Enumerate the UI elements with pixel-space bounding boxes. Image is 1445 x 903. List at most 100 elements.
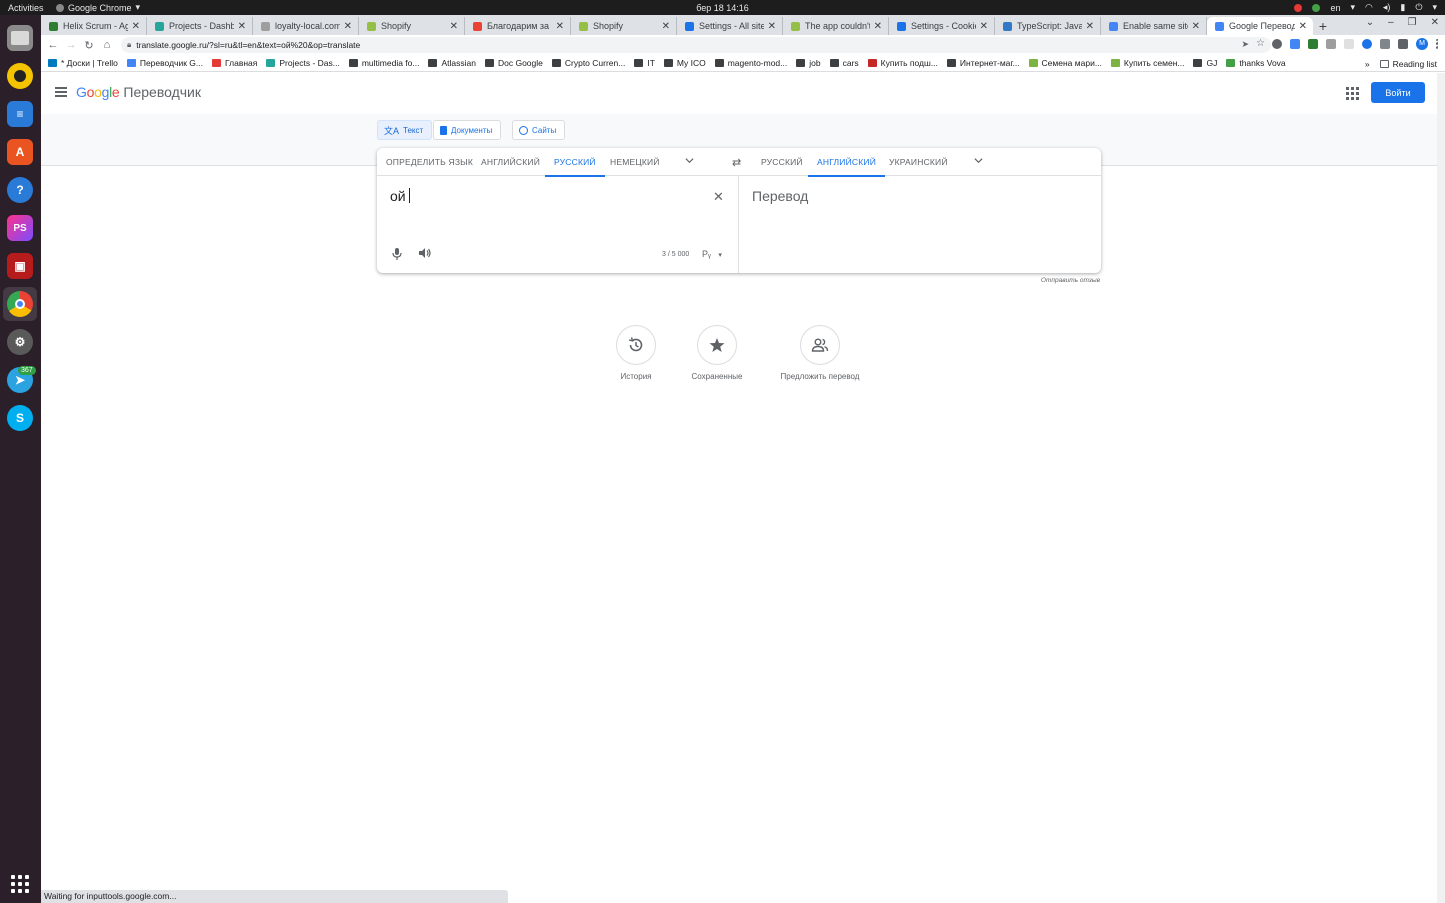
app-menu[interactable]: Google Chrome ▾ <box>56 2 140 13</box>
extension-green-icon[interactable] <box>1308 39 1318 49</box>
minimize-icon[interactable]: – <box>1388 17 1394 28</box>
mode-text-button[interactable]: 文A Текст <box>377 120 433 140</box>
target-lang-english[interactable]: Английский <box>807 148 886 177</box>
bookmark-item[interactable]: Doc Google <box>484 58 543 68</box>
volume-icon[interactable]: ◂) <box>1383 2 1391 13</box>
bookmark-star-icon[interactable]: ☆ <box>1256 38 1265 49</box>
history-icon[interactable] <box>616 325 656 365</box>
tab-close-icon[interactable]: ✕ <box>344 21 352 32</box>
keyboard-language[interactable]: en <box>1330 3 1340 13</box>
bookmark-item[interactable]: IT <box>634 58 655 68</box>
tab-search-icon[interactable]: ⌄ <box>1366 17 1374 28</box>
bookmark-item[interactable]: Купить подш... <box>867 58 938 68</box>
extension-blank-icon[interactable] <box>1344 39 1354 49</box>
phpstorm-icon[interactable]: PS <box>7 215 33 241</box>
power-icon[interactable]: ⏻ <box>1415 2 1422 13</box>
home-icon[interactable]: ⌂ <box>98 39 116 51</box>
sign-in-button[interactable]: Войти <box>1371 82 1425 103</box>
new-tab-icon[interactable]: + <box>1313 17 1333 35</box>
activities-button[interactable]: Activities <box>0 3 56 13</box>
source-text-input[interactable]: ой <box>390 188 410 204</box>
software-icon[interactable]: A <box>7 139 33 165</box>
microphone-input-icon[interactable] <box>392 248 402 260</box>
wifi-icon[interactable]: ◠ <box>1365 2 1373 13</box>
browser-tab[interactable]: Google Переводч ✕ <box>1207 17 1313 35</box>
browser-tab[interactable]: Shopify ✕ <box>359 17 465 35</box>
tab-close-icon[interactable]: ✕ <box>874 21 882 32</box>
tab-close-icon[interactable]: ✕ <box>1299 21 1307 32</box>
source-lang-english[interactable]: Английский <box>481 148 540 176</box>
back-icon[interactable]: ← <box>44 39 62 51</box>
browser-tab[interactable]: Settings - Cookies ✕ <box>889 17 995 35</box>
bookmark-item[interactable]: Projects - Das... <box>266 58 340 68</box>
reading-list-button[interactable]: Reading list <box>1379 59 1437 69</box>
mode-sites-button[interactable]: Сайты <box>512 120 566 140</box>
saved-action[interactable]: Сохраненные <box>672 325 762 381</box>
swap-languages-icon[interactable]: ⇄ <box>732 156 741 169</box>
skype-icon[interactable]: S <box>7 405 33 431</box>
tab-close-icon[interactable]: ✕ <box>768 21 776 32</box>
tab-close-icon[interactable]: ✕ <box>662 21 670 32</box>
browser-tab[interactable]: Enable same site ✕ <box>1101 17 1207 35</box>
browser-tab[interactable]: loyalty-local.com ✕ <box>253 17 359 35</box>
source-lang-german[interactable]: Немецкий <box>610 148 660 176</box>
extension-code-icon[interactable] <box>1326 39 1336 49</box>
files-icon[interactable] <box>7 25 33 51</box>
contribute-action[interactable]: Предложить перевод <box>774 325 866 381</box>
star-icon[interactable] <box>697 325 737 365</box>
lock-icon[interactable]: 🔒︎ <box>127 40 131 50</box>
bookmark-item[interactable]: Интернет-маг... <box>946 58 1020 68</box>
kebab-menu-icon[interactable] <box>1436 39 1439 49</box>
extension-grey-icon[interactable] <box>1380 39 1390 49</box>
tab-close-icon[interactable]: ✕ <box>1192 21 1200 32</box>
reload-icon[interactable]: ↻ <box>80 39 98 52</box>
microphone-icon[interactable]: ▮ <box>1400 2 1405 13</box>
source-lang-detect[interactable]: Определить язык <box>386 148 473 176</box>
history-action[interactable]: История <box>591 325 681 381</box>
tab-close-icon[interactable]: ✕ <box>132 21 140 32</box>
listen-icon[interactable] <box>418 247 431 259</box>
people-icon[interactable] <box>800 325 840 365</box>
settings-dock-icon[interactable]: ⚙ <box>7 329 33 355</box>
bookmark-item[interactable]: GJ <box>1193 58 1217 68</box>
bookmark-item[interactable]: Купить семен... <box>1110 58 1184 68</box>
writer-icon[interactable]: ≡ <box>7 101 33 127</box>
source-lang-russian[interactable]: Русский <box>545 148 605 177</box>
close-window-icon[interactable]: ✕ <box>1431 17 1439 28</box>
google-apps-icon[interactable] <box>1346 87 1359 100</box>
extension-blue-icon[interactable] <box>1362 39 1372 49</box>
target-lang-ukrainian[interactable]: Украинский <box>889 148 948 176</box>
record-indicator-icon[interactable] <box>1294 3 1303 12</box>
extensions-puzzle-icon[interactable] <box>1398 39 1408 49</box>
bookmark-item[interactable]: job <box>796 58 821 68</box>
browser-tab[interactable]: TypeScript: JavaS ✕ <box>995 17 1101 35</box>
browser-tab[interactable]: Благодарим за пс ✕ <box>465 17 571 35</box>
mode-documents-button[interactable]: Документы <box>433 120 502 140</box>
bookmark-item[interactable]: My ICO <box>663 58 706 68</box>
target-more-languages-icon[interactable] <box>974 156 983 165</box>
bookmark-item[interactable]: Главная <box>212 58 257 68</box>
terminal-icon[interactable]: ▣ <box>7 253 33 279</box>
extension-gear-icon[interactable] <box>1272 39 1282 49</box>
target-lang-russian[interactable]: Русский <box>761 148 803 176</box>
tab-close-icon[interactable]: ✕ <box>980 21 988 32</box>
check-indicator-icon[interactable] <box>1312 3 1321 12</box>
more-bookmarks-button[interactable]: » <box>1365 59 1370 69</box>
bookmark-item[interactable]: magento-mod... <box>714 58 787 68</box>
tab-close-icon[interactable]: ✕ <box>238 21 246 32</box>
bookmark-item[interactable]: * Доски | Trello <box>48 58 118 68</box>
clear-text-icon[interactable]: ✕ <box>713 189 724 205</box>
browser-tab[interactable]: Shopify ✕ <box>571 17 677 35</box>
forward-icon[interactable]: → <box>62 39 80 51</box>
profile-avatar[interactable]: M <box>1416 38 1428 50</box>
source-more-languages-icon[interactable] <box>685 156 694 165</box>
bookmark-item[interactable]: Семена мари... <box>1028 58 1102 68</box>
extension-doc-icon[interactable] <box>1290 39 1300 49</box>
bookmark-item[interactable]: multimedia fo... <box>348 58 419 68</box>
restore-icon[interactable]: ❐ <box>1408 17 1417 28</box>
bookmark-item[interactable]: Переводчик G... <box>126 58 203 68</box>
tab-close-icon[interactable]: ✕ <box>1086 21 1094 32</box>
browser-tab[interactable]: Settings - All sites ✕ <box>677 17 783 35</box>
bookmark-item[interactable]: Atlassian <box>428 58 476 68</box>
bookmark-item[interactable]: cars <box>829 58 859 68</box>
